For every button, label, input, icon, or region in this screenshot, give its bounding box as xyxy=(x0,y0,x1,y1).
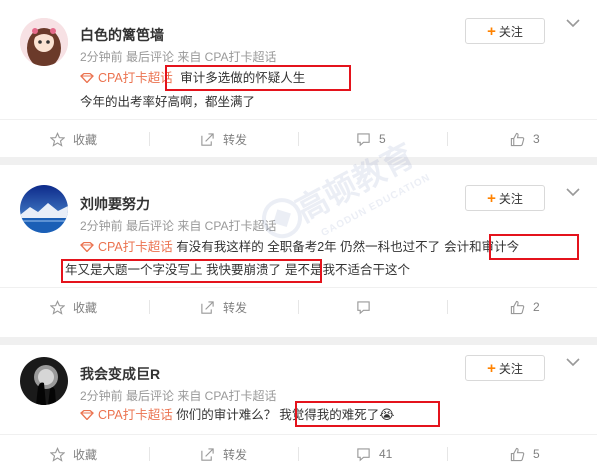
avatar[interactable] xyxy=(20,18,68,66)
comment-button[interactable]: 5 xyxy=(356,120,386,158)
divider xyxy=(447,447,448,461)
thumbs-up-icon xyxy=(510,447,525,461)
divider xyxy=(298,300,299,314)
chevron-down-icon[interactable] xyxy=(566,187,580,197)
chevron-down-icon[interactable] xyxy=(566,357,580,367)
post-card: 白色的篱笆墙 2分钟前 最后评论 来自 CPA打卡超话 + 关注 CPA打卡超话 … xyxy=(0,0,597,157)
topic-label: CPA打卡超话 xyxy=(98,408,173,422)
forward-icon xyxy=(201,300,214,314)
like-button[interactable]: 3 xyxy=(510,120,540,158)
post-meta: 2分钟前 最后评论 来自 CPA打卡超话 xyxy=(80,219,277,233)
plus-icon: + xyxy=(487,189,496,207)
thumbs-up-icon xyxy=(510,132,525,146)
divider xyxy=(149,132,150,146)
comment-button[interactable] xyxy=(356,288,379,326)
thumbs-up-icon xyxy=(510,300,525,314)
user-name[interactable]: 刘帅要努力 xyxy=(80,194,150,214)
user-name[interactable]: 白色的篱笆墙 xyxy=(80,25,164,45)
like-count: 2 xyxy=(533,300,540,314)
divider xyxy=(298,447,299,461)
topic-label: CPA打卡超话 xyxy=(98,240,173,254)
forward-label: 转发 xyxy=(223,132,248,147)
comment-icon xyxy=(357,300,370,314)
comment-count: 5 xyxy=(379,132,386,146)
favorite-button[interactable]: 收藏 xyxy=(50,288,97,326)
star-icon xyxy=(50,299,65,315)
forward-button[interactable]: 转发 xyxy=(200,435,247,473)
divider xyxy=(447,132,448,146)
forward-icon xyxy=(201,447,214,461)
topic-link[interactable]: CPA打卡超话 xyxy=(80,71,173,85)
like-count: 3 xyxy=(533,132,540,146)
highlight-box xyxy=(61,259,322,283)
avatar[interactable] xyxy=(20,357,68,405)
follow-button[interactable]: + 关注 xyxy=(465,355,545,381)
comment-icon xyxy=(357,132,370,146)
forward-icon xyxy=(201,132,214,146)
post-meta: 2分钟前 最后评论 来自 CPA打卡超话 xyxy=(80,389,277,403)
super-topic-icon xyxy=(80,242,94,252)
avatar-image xyxy=(20,357,68,405)
divider xyxy=(149,447,150,461)
like-button[interactable]: 5 xyxy=(510,435,540,473)
follow-label: 关注 xyxy=(498,361,523,376)
follow-button[interactable]: + 关注 xyxy=(465,185,545,211)
avatar-image xyxy=(20,185,68,233)
post-text-part: 你们的审计难么？ xyxy=(172,408,277,422)
user-name[interactable]: 我会变成巨R xyxy=(80,364,160,384)
follow-label: 关注 xyxy=(498,191,523,206)
divider xyxy=(447,300,448,314)
favorite-label: 收藏 xyxy=(73,132,98,147)
super-topic-icon xyxy=(80,73,94,83)
follow-label: 关注 xyxy=(498,24,523,39)
highlight-box xyxy=(295,401,440,427)
divider xyxy=(298,132,299,146)
action-bar: 收藏 转发 2 xyxy=(0,287,597,326)
post-meta: 2分钟前 最后评论 来自 CPA打卡超话 xyxy=(80,50,277,64)
comment-icon xyxy=(357,447,370,461)
post-card: 刘帅要努力 2分钟前 最后评论 来自 CPA打卡超话 + 关注 CPA打卡超话 有… xyxy=(0,165,597,337)
post-text-part: 有没有我这样的 全职备考2年 仍然一科也过不了 xyxy=(172,240,441,254)
action-bar: 收藏 转发 41 5 xyxy=(0,434,597,473)
plus-icon: + xyxy=(487,359,496,377)
favorite-button[interactable]: 收藏 xyxy=(50,435,97,473)
avatar-image xyxy=(20,18,68,66)
favorite-label: 收藏 xyxy=(73,447,98,462)
chevron-down-icon[interactable] xyxy=(566,18,580,28)
star-icon xyxy=(50,446,65,462)
like-count: 5 xyxy=(533,447,540,461)
super-topic-icon xyxy=(80,410,94,420)
post-text-line: CPA打卡超话 有没有我这样的 全职备考2年 仍然一科也过不了 会计和审计今 xyxy=(80,237,519,257)
highlight-box xyxy=(165,65,351,91)
forward-button[interactable]: 转发 xyxy=(200,120,247,158)
action-bar: 收藏 转发 5 3 xyxy=(0,119,597,158)
favorite-button[interactable]: 收藏 xyxy=(50,120,97,158)
topic-link[interactable]: CPA打卡超话 xyxy=(80,240,173,254)
topic-link[interactable]: CPA打卡超话 xyxy=(80,408,173,422)
comment-button[interactable]: 41 xyxy=(356,435,392,473)
like-button[interactable]: 2 xyxy=(510,288,540,326)
follow-button[interactable]: + 关注 xyxy=(465,18,545,44)
forward-label: 转发 xyxy=(223,300,248,315)
topic-label: CPA打卡超话 xyxy=(98,71,173,85)
plus-icon: + xyxy=(487,22,496,40)
post-card: 我会变成巨R 2分钟前 最后评论 来自 CPA打卡超话 + 关注 CPA打卡超话 … xyxy=(0,345,597,472)
post-text: 今年的出考率好高啊，都坐满了 xyxy=(80,95,256,109)
divider xyxy=(149,300,150,314)
favorite-label: 收藏 xyxy=(73,300,98,315)
avatar[interactable] xyxy=(20,185,68,233)
forward-button[interactable]: 转发 xyxy=(200,288,247,326)
forward-label: 转发 xyxy=(223,447,248,462)
card-gap xyxy=(0,157,597,165)
star-icon xyxy=(50,131,65,147)
card-gap xyxy=(0,337,597,345)
highlight-box xyxy=(489,234,579,260)
comment-count: 41 xyxy=(379,447,393,461)
